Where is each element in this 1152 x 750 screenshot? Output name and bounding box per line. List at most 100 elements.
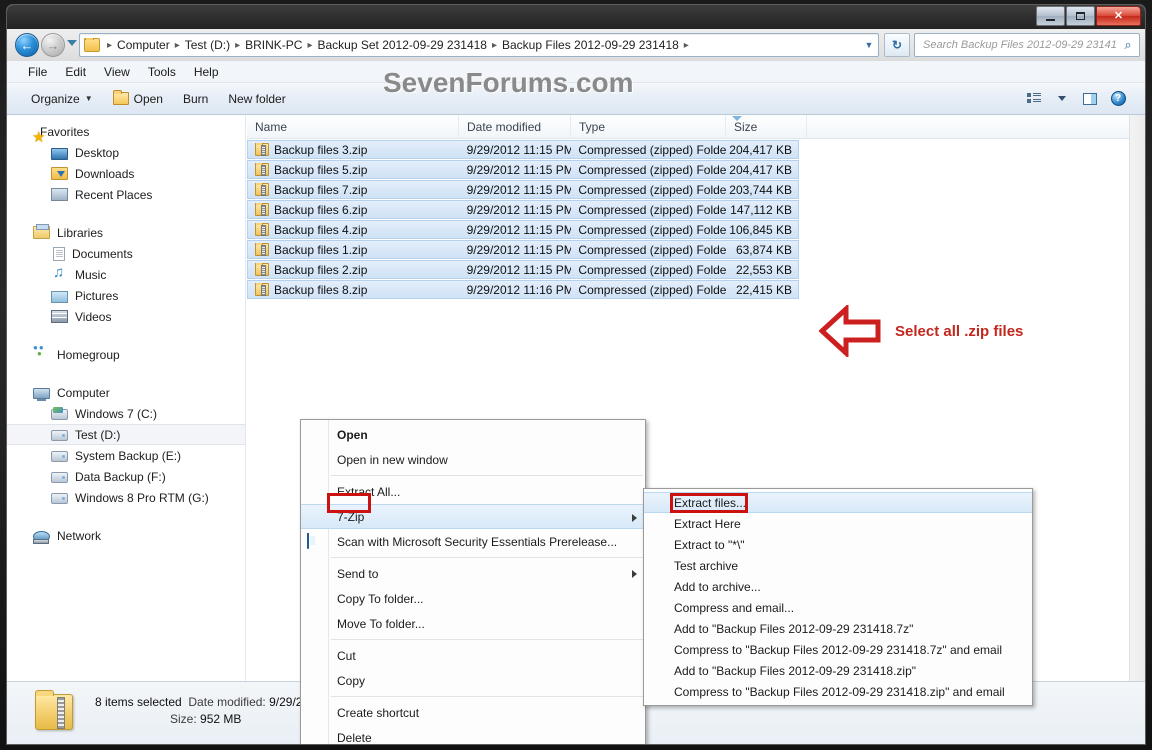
table-row[interactable]: Backup files 5.zip 9/29/2012 11:15 PM Co…: [247, 160, 799, 179]
context-menu-item-scan-mse[interactable]: Scan with Microsoft Security Essentials …: [301, 529, 645, 554]
change-view-dropdown[interactable]: [1049, 88, 1075, 110]
submenu-item-test-archive[interactable]: Test archive: [644, 555, 1032, 576]
sidebar-label: Test (D:): [75, 428, 120, 442]
table-row[interactable]: Backup files 7.zip 9/29/2012 11:15 PM Co…: [247, 180, 799, 199]
sidebar-item-windows8-g[interactable]: Windows 8 Pro RTM (G:): [7, 487, 245, 508]
submenu-item-add-to-zip[interactable]: Add to "Backup Files 2012-09-29 231418.z…: [644, 660, 1032, 681]
file-name: Backup files 7.zip: [274, 183, 367, 197]
recent-pages-chevron-down-icon[interactable]: [67, 40, 77, 46]
context-menu-item-delete[interactable]: Delete: [301, 725, 645, 745]
column-header-name[interactable]: Name: [247, 115, 459, 139]
submenu-item-extract-files[interactable]: Extract files...: [644, 492, 1032, 513]
sidebar-item-recent-places[interactable]: Recent Places: [7, 184, 245, 205]
breadcrumb-item-backup-files[interactable]: Backup Files 2012-09-29 231418: [500, 38, 681, 52]
context-menu-item-7zip[interactable]: 7-Zip: [301, 504, 645, 529]
table-row[interactable]: Backup files 3.zip 9/29/2012 11:15 PM Co…: [247, 140, 799, 159]
sidebar-item-music[interactable]: Music: [7, 264, 245, 285]
search-input[interactable]: Search Backup Files 2012-09-29 231418 ⌕: [914, 33, 1140, 57]
breadcrumb-separator: ▸: [104, 40, 115, 51]
menu-edit[interactable]: Edit: [56, 62, 95, 82]
context-menu-item-extract-all[interactable]: Extract All...: [301, 479, 645, 504]
sidebar-item-homegroup[interactable]: Homegroup: [7, 344, 245, 365]
minimize-button[interactable]: [1036, 6, 1065, 26]
table-row[interactable]: Backup files 1.zip 9/29/2012 11:15 PM Co…: [247, 240, 799, 259]
search-icon[interactable]: ⌕: [1117, 37, 1139, 53]
submenu-label: Test archive: [674, 559, 738, 573]
back-button[interactable]: ←: [15, 33, 39, 57]
sidebar-item-downloads[interactable]: Downloads: [7, 163, 245, 184]
sidebar-item-videos[interactable]: Videos: [7, 306, 245, 327]
recent-places-icon: [51, 188, 68, 201]
sidebar-item-data-backup-f[interactable]: Data Backup (F:): [7, 466, 245, 487]
downloads-icon: [51, 167, 68, 180]
context-menu-item-cut[interactable]: Cut: [301, 643, 645, 668]
breadcrumb-item-brink-pc[interactable]: BRINK-PC: [243, 38, 304, 52]
chevron-down-icon: ▼: [85, 94, 93, 103]
submenu-item-extract-here[interactable]: Extract Here: [644, 513, 1032, 534]
folder-icon: [84, 38, 100, 52]
window-controls: ✕: [1035, 6, 1141, 26]
sidebar-item-system-backup-e[interactable]: System Backup (E:): [7, 445, 245, 466]
submenu-item-extract-to[interactable]: Extract to "*\": [644, 534, 1032, 555]
table-row[interactable]: Backup files 6.zip 9/29/2012 11:15 PM Co…: [247, 200, 799, 219]
context-menu-item-open[interactable]: Open: [301, 422, 645, 447]
zip-file-icon: [255, 163, 269, 176]
file-date-cell: 9/29/2012 11:15 PM: [460, 263, 572, 277]
menu-view[interactable]: View: [95, 62, 139, 82]
context-menu-label: Delete: [337, 731, 372, 745]
context-menu-item-move-to-folder[interactable]: Move To folder...: [301, 611, 645, 636]
help-button[interactable]: ?: [1105, 88, 1131, 110]
forward-button[interactable]: →: [41, 33, 65, 57]
context-menu-item-create-shortcut[interactable]: Create shortcut: [301, 700, 645, 725]
context-menu-item-open-in-new-window[interactable]: Open in new window: [301, 447, 645, 472]
sidebar-item-windows7-c[interactable]: Windows 7 (C:): [7, 403, 245, 424]
context-menu-label: Copy To folder...: [337, 592, 424, 606]
context-menu-item-copy[interactable]: Copy: [301, 668, 645, 693]
navigation-pane: Favorites Desktop Downloads Recent Place…: [7, 115, 246, 683]
breadcrumb-item-test-d[interactable]: Test (D:): [183, 38, 232, 52]
refresh-button[interactable]: ↻: [884, 33, 910, 57]
table-row[interactable]: Backup files 2.zip 9/29/2012 11:15 PM Co…: [247, 260, 799, 279]
burn-button[interactable]: Burn: [173, 88, 218, 110]
close-button[interactable]: ✕: [1096, 6, 1141, 26]
submenu-arrow-icon: [632, 514, 637, 522]
sidebar-item-pictures[interactable]: Pictures: [7, 285, 245, 306]
new-folder-button[interactable]: New folder: [218, 88, 295, 110]
maximize-button[interactable]: [1066, 6, 1095, 26]
sidebar-label: Downloads: [75, 167, 134, 181]
column-header-type[interactable]: Type: [571, 115, 726, 139]
organize-button[interactable]: Organize ▼: [21, 88, 103, 110]
menu-tools[interactable]: Tools: [139, 62, 185, 82]
context-menu-item-copy-to-folder[interactable]: Copy To folder...: [301, 586, 645, 611]
sidebar-item-network[interactable]: Network: [7, 525, 245, 546]
preview-pane-button[interactable]: [1077, 88, 1103, 110]
file-type-cell: Compressed (zipped) Folder: [571, 283, 726, 297]
sidebar-item-libraries[interactable]: Libraries: [7, 222, 245, 243]
address-dropdown-chevron-down-icon[interactable]: ▼: [860, 34, 878, 56]
breadcrumb-separator: ▸: [172, 40, 183, 51]
breadcrumb-item-computer[interactable]: Computer: [115, 38, 172, 52]
table-row[interactable]: Backup files 4.zip 9/29/2012 11:15 PM Co…: [247, 220, 799, 239]
menu-file[interactable]: File: [19, 62, 56, 82]
homegroup-icon: [33, 347, 50, 362]
computer-icon: [33, 388, 50, 399]
context-menu-item-send-to[interactable]: Send to: [301, 561, 645, 586]
submenu-item-compress-to-zip-email[interactable]: Compress to "Backup Files 2012-09-29 231…: [644, 681, 1032, 702]
sidebar-item-computer[interactable]: Computer: [7, 382, 245, 403]
column-header-date-modified[interactable]: Date modified: [459, 115, 571, 139]
submenu-item-add-to-7z[interactable]: Add to "Backup Files 2012-09-29 231418.7…: [644, 618, 1032, 639]
file-date-cell: 9/29/2012 11:15 PM: [460, 203, 572, 217]
submenu-item-compress-and-email[interactable]: Compress and email...: [644, 597, 1032, 618]
submenu-item-compress-to-7z-email[interactable]: Compress to "Backup Files 2012-09-29 231…: [644, 639, 1032, 660]
vertical-scrollbar[interactable]: [1129, 115, 1145, 683]
sidebar-item-test-d[interactable]: Test (D:): [7, 424, 245, 445]
sidebar-item-favorites[interactable]: Favorites: [7, 121, 245, 142]
address-bar[interactable]: ▸ Computer ▸ Test (D:) ▸ BRINK-PC ▸ Back…: [79, 33, 879, 57]
open-button[interactable]: Open: [103, 88, 173, 110]
change-view-button[interactable]: [1021, 88, 1047, 110]
table-row[interactable]: Backup files 8.zip 9/29/2012 11:16 PM Co…: [247, 280, 799, 299]
sidebar-item-documents[interactable]: Documents: [7, 243, 245, 264]
menu-help[interactable]: Help: [185, 62, 228, 82]
submenu-item-add-to-archive[interactable]: Add to archive...: [644, 576, 1032, 597]
breadcrumb-item-backup-set[interactable]: Backup Set 2012-09-29 231418: [316, 38, 489, 52]
